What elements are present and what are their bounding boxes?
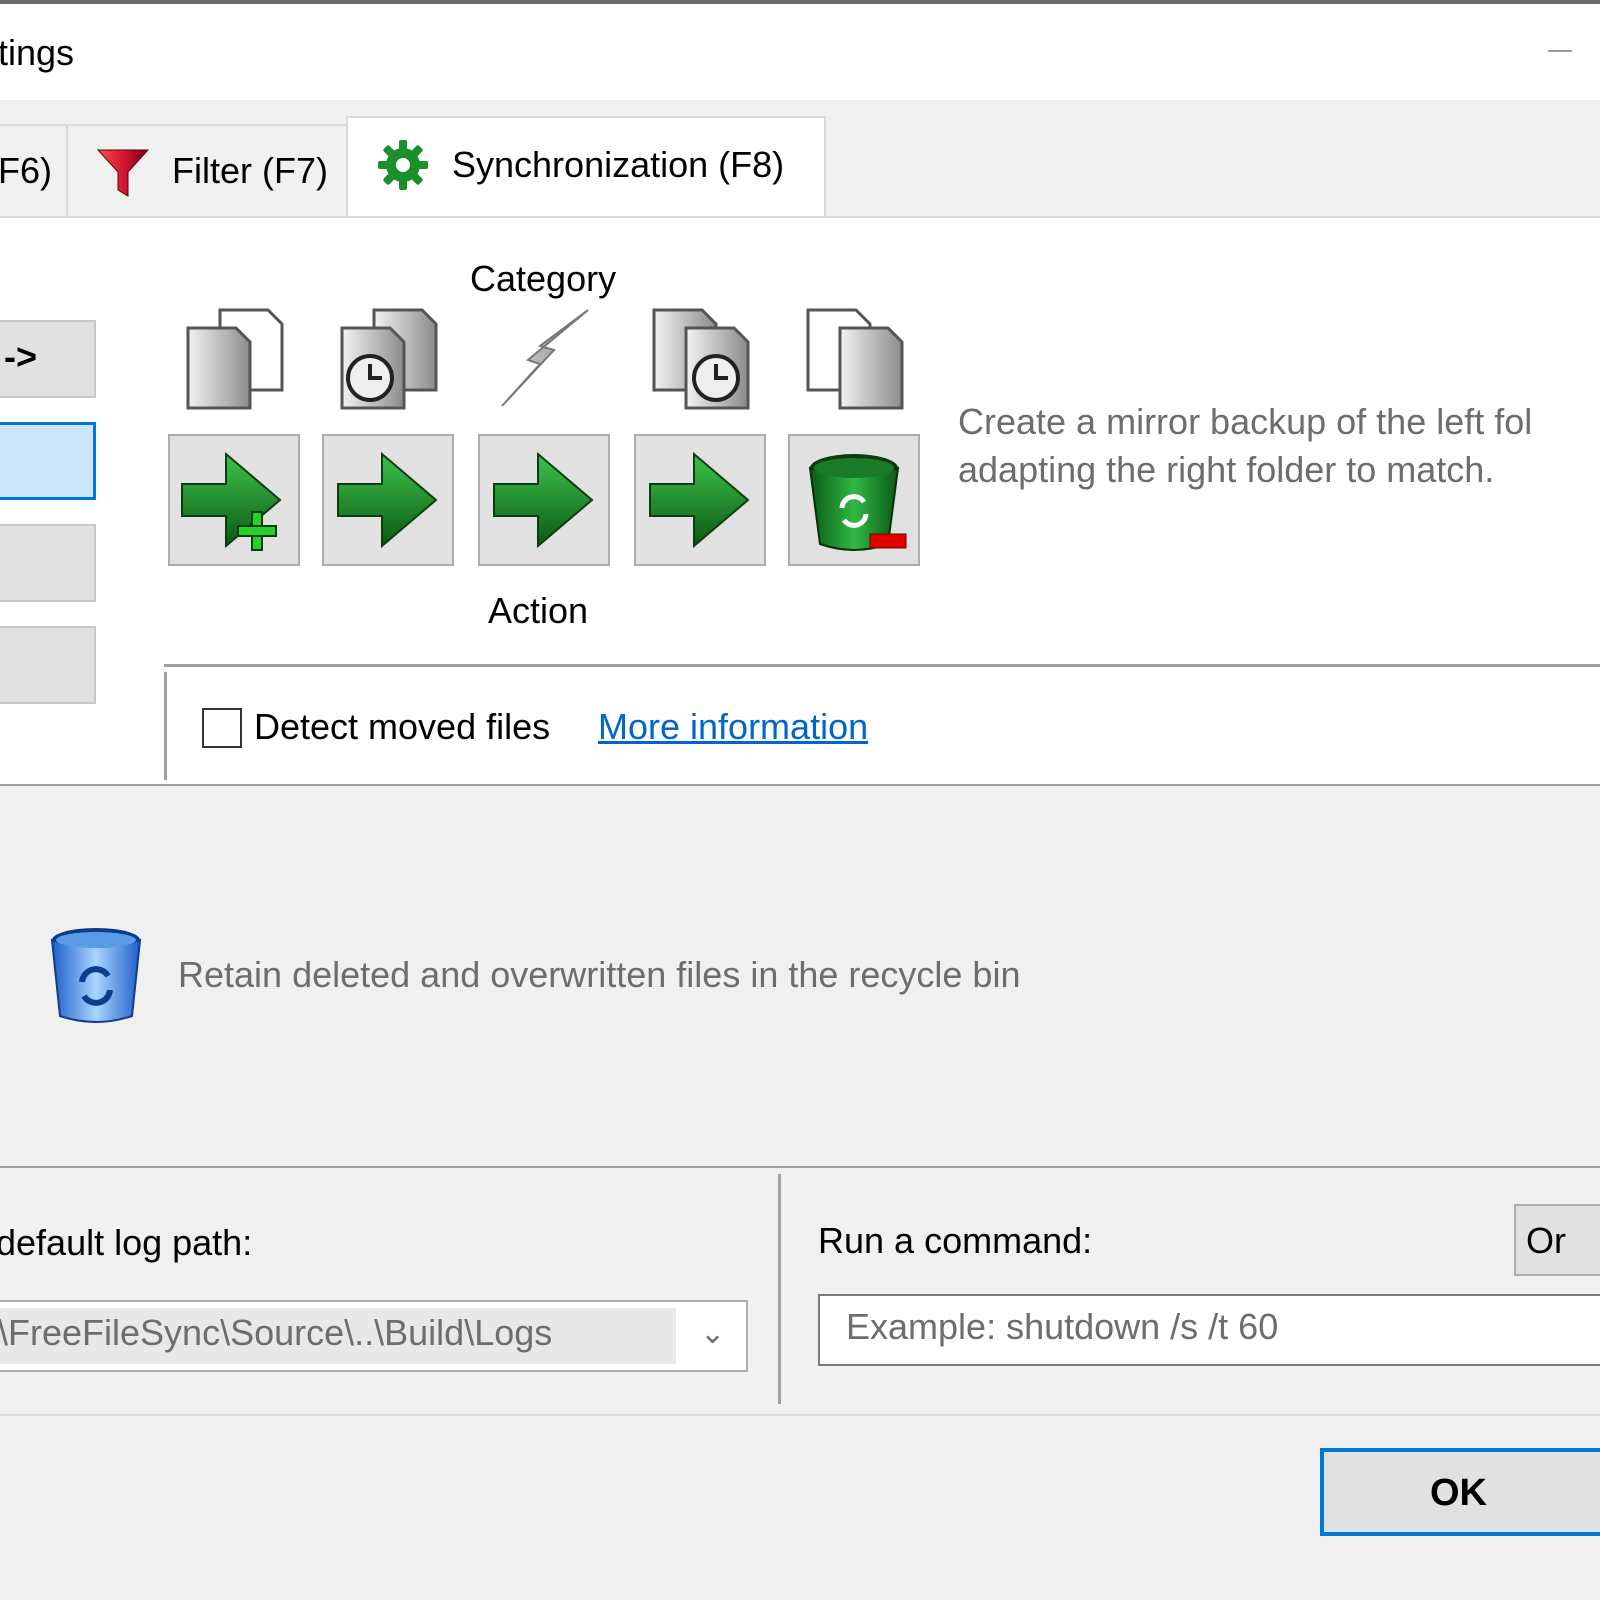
ok-button-label: OK [1430,1472,1487,1514]
recycle-bin-icon [50,928,142,1023]
detect-moved-label[interactable]: Detect moved files [254,706,550,748]
left-only-icon [186,308,284,410]
deletion-handling-text: Retain deleted and overwritten files in … [178,954,1021,995]
run-command-label: Run a command: [818,1220,1093,1261]
right-only-icon [806,308,904,410]
right-newer-icon [652,308,750,410]
bottom-separator [0,1166,1600,1168]
variant-two-way-button[interactable]: -> [0,320,96,398]
variant-marker: : [0,441,1,475]
action-right-newer-button[interactable] [634,434,766,566]
log-path-combobox[interactable]: \FreeFileSync\Source\..\Build\Logs ⌄ [0,1300,748,1372]
log-path-value: \FreeFileSync\Source\..\Build\Logs [0,1312,553,1353]
vertical-separator [778,1174,781,1404]
ok-button[interactable]: OK [1320,1448,1600,1536]
tab-filter[interactable]: Filter (F7) [66,124,350,216]
variant-custom-button[interactable] [0,626,96,704]
variant-mirror-button[interactable]: : [0,422,96,500]
description-line-1: Create a mirror backup of the left fol [958,401,1533,442]
chevron-down-icon[interactable]: ⌄ [700,1316,725,1351]
detect-group-border [164,664,1600,667]
tab-filter-label: Filter (F7) [172,150,328,191]
delete-right-icon [808,454,907,551]
detect-moved-checkbox[interactable] [202,708,242,748]
log-path-label: default log path: [0,1222,253,1263]
panel-separator [0,784,1600,786]
tab-synchronization-label: Synchronization (F8) [452,144,785,185]
tab-synchronization[interactable]: Synchronization (F8) [346,116,826,220]
on-completion-label: Or [1526,1220,1566,1261]
action-conflict-right-button[interactable] [478,434,610,566]
more-information-link[interactable]: More information [598,706,868,748]
detect-group-border-left [164,672,167,780]
window-title: tings [0,32,75,73]
create-right-icon [181,451,282,551]
tab-compare[interactable]: F6) [0,124,68,216]
update-right-icon [649,451,750,549]
tab-compare-label: F6) [0,150,52,191]
run-command-input[interactable]: Example: shutdown /s /t 60 [818,1294,1600,1366]
variant-label: -> [4,336,38,377]
update-right-icon [337,451,438,549]
gear-icon [378,140,428,190]
category-label: Category [470,258,617,299]
update-right-icon [493,451,594,549]
variant-description: Create a mirror backup of the left fol a… [958,398,1532,494]
action-delete-right-button[interactable] [788,434,920,566]
run-command-placeholder: Example: shutdown /s /t 60 [846,1306,1279,1347]
action-label: Action [488,590,589,631]
action-create-right-button[interactable] [168,434,300,566]
action-update-right-button[interactable] [322,434,454,566]
conflict-icon [501,309,589,407]
filter-funnel-icon [96,149,150,197]
on-completion-button[interactable]: Or [1514,1204,1600,1276]
description-line-2: adapting the right folder to match. [958,449,1495,490]
minimize-icon[interactable] [1548,50,1572,52]
variant-update-button[interactable]: : [0,524,96,602]
title-bar: tings [0,4,1600,100]
left-newer-icon [340,308,438,410]
